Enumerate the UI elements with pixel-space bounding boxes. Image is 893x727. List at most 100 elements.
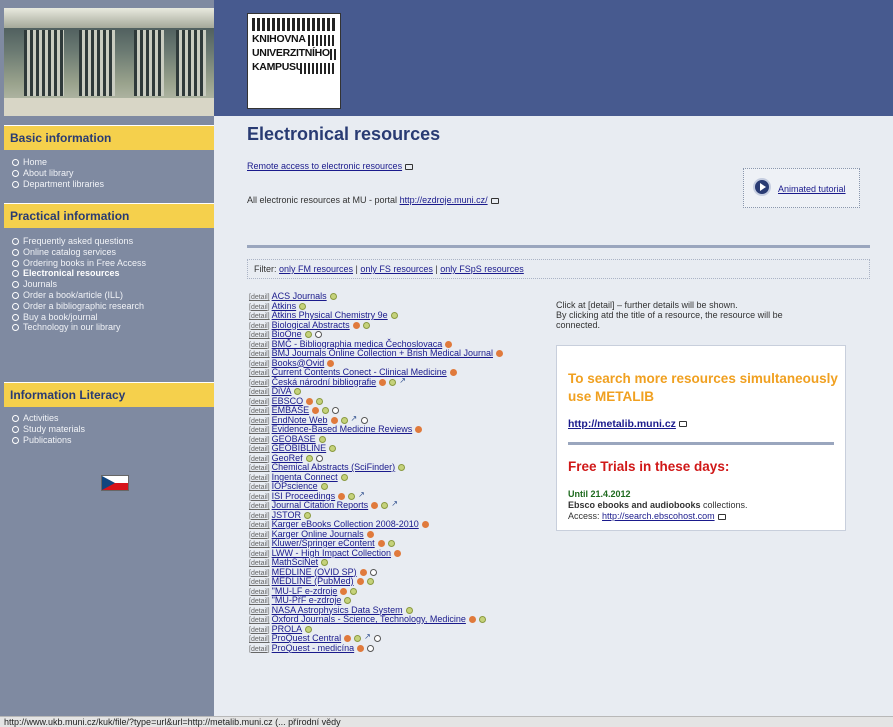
resource-link[interactable]: GEOBASE (272, 434, 316, 444)
resource-link[interactable]: MEDLINE (OVID SP) (272, 567, 357, 577)
detail-link[interactable]: [detail] (249, 332, 270, 339)
animated-tutorial-box[interactable]: Animated tutorial (743, 168, 860, 208)
sidebar-item[interactable]: Journals (12, 279, 146, 290)
library-logo[interactable]: KNIHOVNA UNIVERZITNÍHO KAMPUSU (247, 13, 341, 109)
detail-link[interactable]: [detail] (249, 589, 270, 596)
ezdroje-link[interactable]: http://ezdroje.muni.cz/ (400, 195, 488, 205)
detail-link[interactable]: [detail] (249, 465, 270, 472)
detail-link[interactable]: [detail] (249, 522, 270, 529)
resource-link[interactable]: EMBASE (272, 405, 310, 415)
resource-link[interactable]: Atkins (272, 301, 297, 311)
detail-link[interactable]: [detail] (249, 408, 270, 415)
metalib-link[interactable]: http://metalib.muni.cz (568, 418, 676, 430)
resource-link[interactable]: ProQuest Central (272, 633, 342, 643)
resource-link[interactable]: GeoRef (272, 453, 303, 463)
resource-link[interactable]: Journal Citation Reports (272, 500, 369, 510)
detail-link[interactable]: [detail] (249, 541, 270, 548)
resource-link[interactable]: Česká národní bibliografie (272, 377, 377, 387)
sidebar-item[interactable]: Study materials (12, 424, 85, 435)
detail-link[interactable]: [detail] (249, 437, 270, 444)
detail-link[interactable]: [detail] (249, 446, 270, 453)
detail-link[interactable]: [detail] (249, 494, 270, 501)
sidebar-item[interactable]: Department libraries (12, 179, 104, 190)
detail-link[interactable]: [detail] (249, 389, 270, 396)
ebscohost-link[interactable]: http://search.ebscohost.com (602, 511, 715, 521)
resource-link[interactable]: Chemical Abstracts (SciFinder) (272, 462, 396, 472)
detail-link[interactable]: [detail] (249, 370, 270, 377)
sidebar-item[interactable]: Order a book/article (ILL) (12, 290, 146, 301)
resource-link[interactable]: JSTOR (272, 510, 301, 520)
resource-link[interactable]: Books@Ovid (272, 358, 325, 368)
sidebar-item[interactable]: Online catalog services (12, 247, 146, 258)
resource-link[interactable]: BioOne (272, 329, 302, 339)
detail-link[interactable]: [detail] (249, 427, 270, 434)
resource-link[interactable]: GEOBIBLINE (272, 443, 327, 453)
resource-link[interactable]: IOPscience (272, 481, 318, 491)
detail-link[interactable]: [detail] (249, 608, 270, 615)
sidebar-item[interactable]: Technology in our library (12, 322, 146, 333)
resource-link[interactable]: MEDLINE (PubMed) (272, 576, 354, 586)
resource-link[interactable]: BMČ - Bibliographia medica Čechoslovaca (272, 339, 443, 349)
filter-fs[interactable]: only FS resources (360, 264, 433, 274)
sidebar-item[interactable]: Publications (12, 435, 85, 446)
detail-link[interactable]: [detail] (249, 313, 270, 320)
detail-link[interactable]: [detail] (249, 475, 270, 482)
sidebar-item[interactable]: Buy a book/journal (12, 312, 146, 323)
resource-link[interactable]: ProQuest - medicína (272, 643, 355, 653)
resource-link[interactable]: NASA Astrophysics Data System (272, 605, 403, 615)
czech-flag-icon[interactable] (101, 475, 129, 491)
detail-link[interactable]: [detail] (249, 361, 270, 368)
remote-access-link[interactable]: Remote access to electronic resources (247, 161, 402, 171)
detail-link[interactable]: [detail] (249, 598, 270, 605)
animated-tutorial-link[interactable]: Animated tutorial (778, 184, 846, 194)
detail-link[interactable]: [detail] (249, 294, 270, 301)
detail-link[interactable]: [detail] (249, 532, 270, 539)
detail-link[interactable]: [detail] (249, 304, 270, 311)
sidebar-item[interactable]: Frequently asked questions (12, 236, 146, 247)
resource-link[interactable]: ISI Proceedings (272, 491, 336, 501)
detail-link[interactable]: [detail] (249, 503, 270, 510)
resource-link[interactable]: "MU-PřF e-zdroje (272, 595, 342, 605)
sidebar-item[interactable]: Activities (12, 413, 85, 424)
play-icon[interactable] (753, 178, 771, 196)
detail-link[interactable]: [detail] (249, 380, 270, 387)
resource-link[interactable]: LWW - High Impact Collection (272, 548, 391, 558)
resource-link[interactable]: BMJ Journals Online Collection + Brish M… (272, 348, 493, 358)
detail-link[interactable]: [detail] (249, 342, 270, 349)
resource-link[interactable]: Atkins Physical Chemistry 9e (272, 310, 388, 320)
detail-link[interactable]: [detail] (249, 484, 270, 491)
resource-link[interactable]: Current Contents Conect - Clinical Medic… (272, 367, 447, 377)
detail-link[interactable]: [detail] (249, 560, 270, 567)
sidebar-item[interactable]: Order a bibliographic research (12, 301, 146, 312)
detail-link[interactable]: [detail] (249, 418, 270, 425)
detail-link[interactable]: [detail] (249, 351, 270, 358)
resource-link[interactable]: EndNote Web (272, 415, 328, 425)
sidebar-item[interactable]: About library (12, 168, 104, 179)
resource-link[interactable]: Evidence-Based Medicine Reviews (272, 424, 413, 434)
sidebar-item[interactable]: Home (12, 157, 104, 168)
resource-link[interactable]: EBSCO (272, 396, 304, 406)
detail-link[interactable]: [detail] (249, 513, 270, 520)
resource-link[interactable]: Ingenta Connect (272, 472, 338, 482)
detail-link[interactable]: [detail] (249, 579, 270, 586)
resource-link[interactable]: "MU-LF e-zdroje (272, 586, 338, 596)
detail-link[interactable]: [detail] (249, 617, 270, 624)
detail-link[interactable]: [detail] (249, 627, 270, 634)
resource-link[interactable]: ACS Journals (272, 291, 327, 301)
sidebar-item[interactable]: Electronical resources (12, 268, 146, 279)
detail-link[interactable]: [detail] (249, 551, 270, 558)
detail-link[interactable]: [detail] (249, 646, 270, 653)
resource-link[interactable]: PROLA (272, 624, 303, 634)
resource-link[interactable]: Biological Abstracts (272, 320, 350, 330)
detail-link[interactable]: [detail] (249, 399, 270, 406)
sidebar-item[interactable]: Ordering books in Free Access (12, 258, 146, 269)
detail-link[interactable]: [detail] (249, 323, 270, 330)
resource-link[interactable]: Kluwer/Springer eContent (272, 538, 375, 548)
resource-link[interactable]: Karger Online Journals (272, 529, 364, 539)
detail-link[interactable]: [detail] (249, 456, 270, 463)
filter-fm[interactable]: only FM resources (279, 264, 353, 274)
detail-link[interactable]: [detail] (249, 636, 270, 643)
resource-link[interactable]: MathSciNet (272, 557, 319, 567)
resource-link[interactable]: Karger eBooks Collection 2008-2010 (272, 519, 419, 529)
detail-link[interactable]: [detail] (249, 570, 270, 577)
